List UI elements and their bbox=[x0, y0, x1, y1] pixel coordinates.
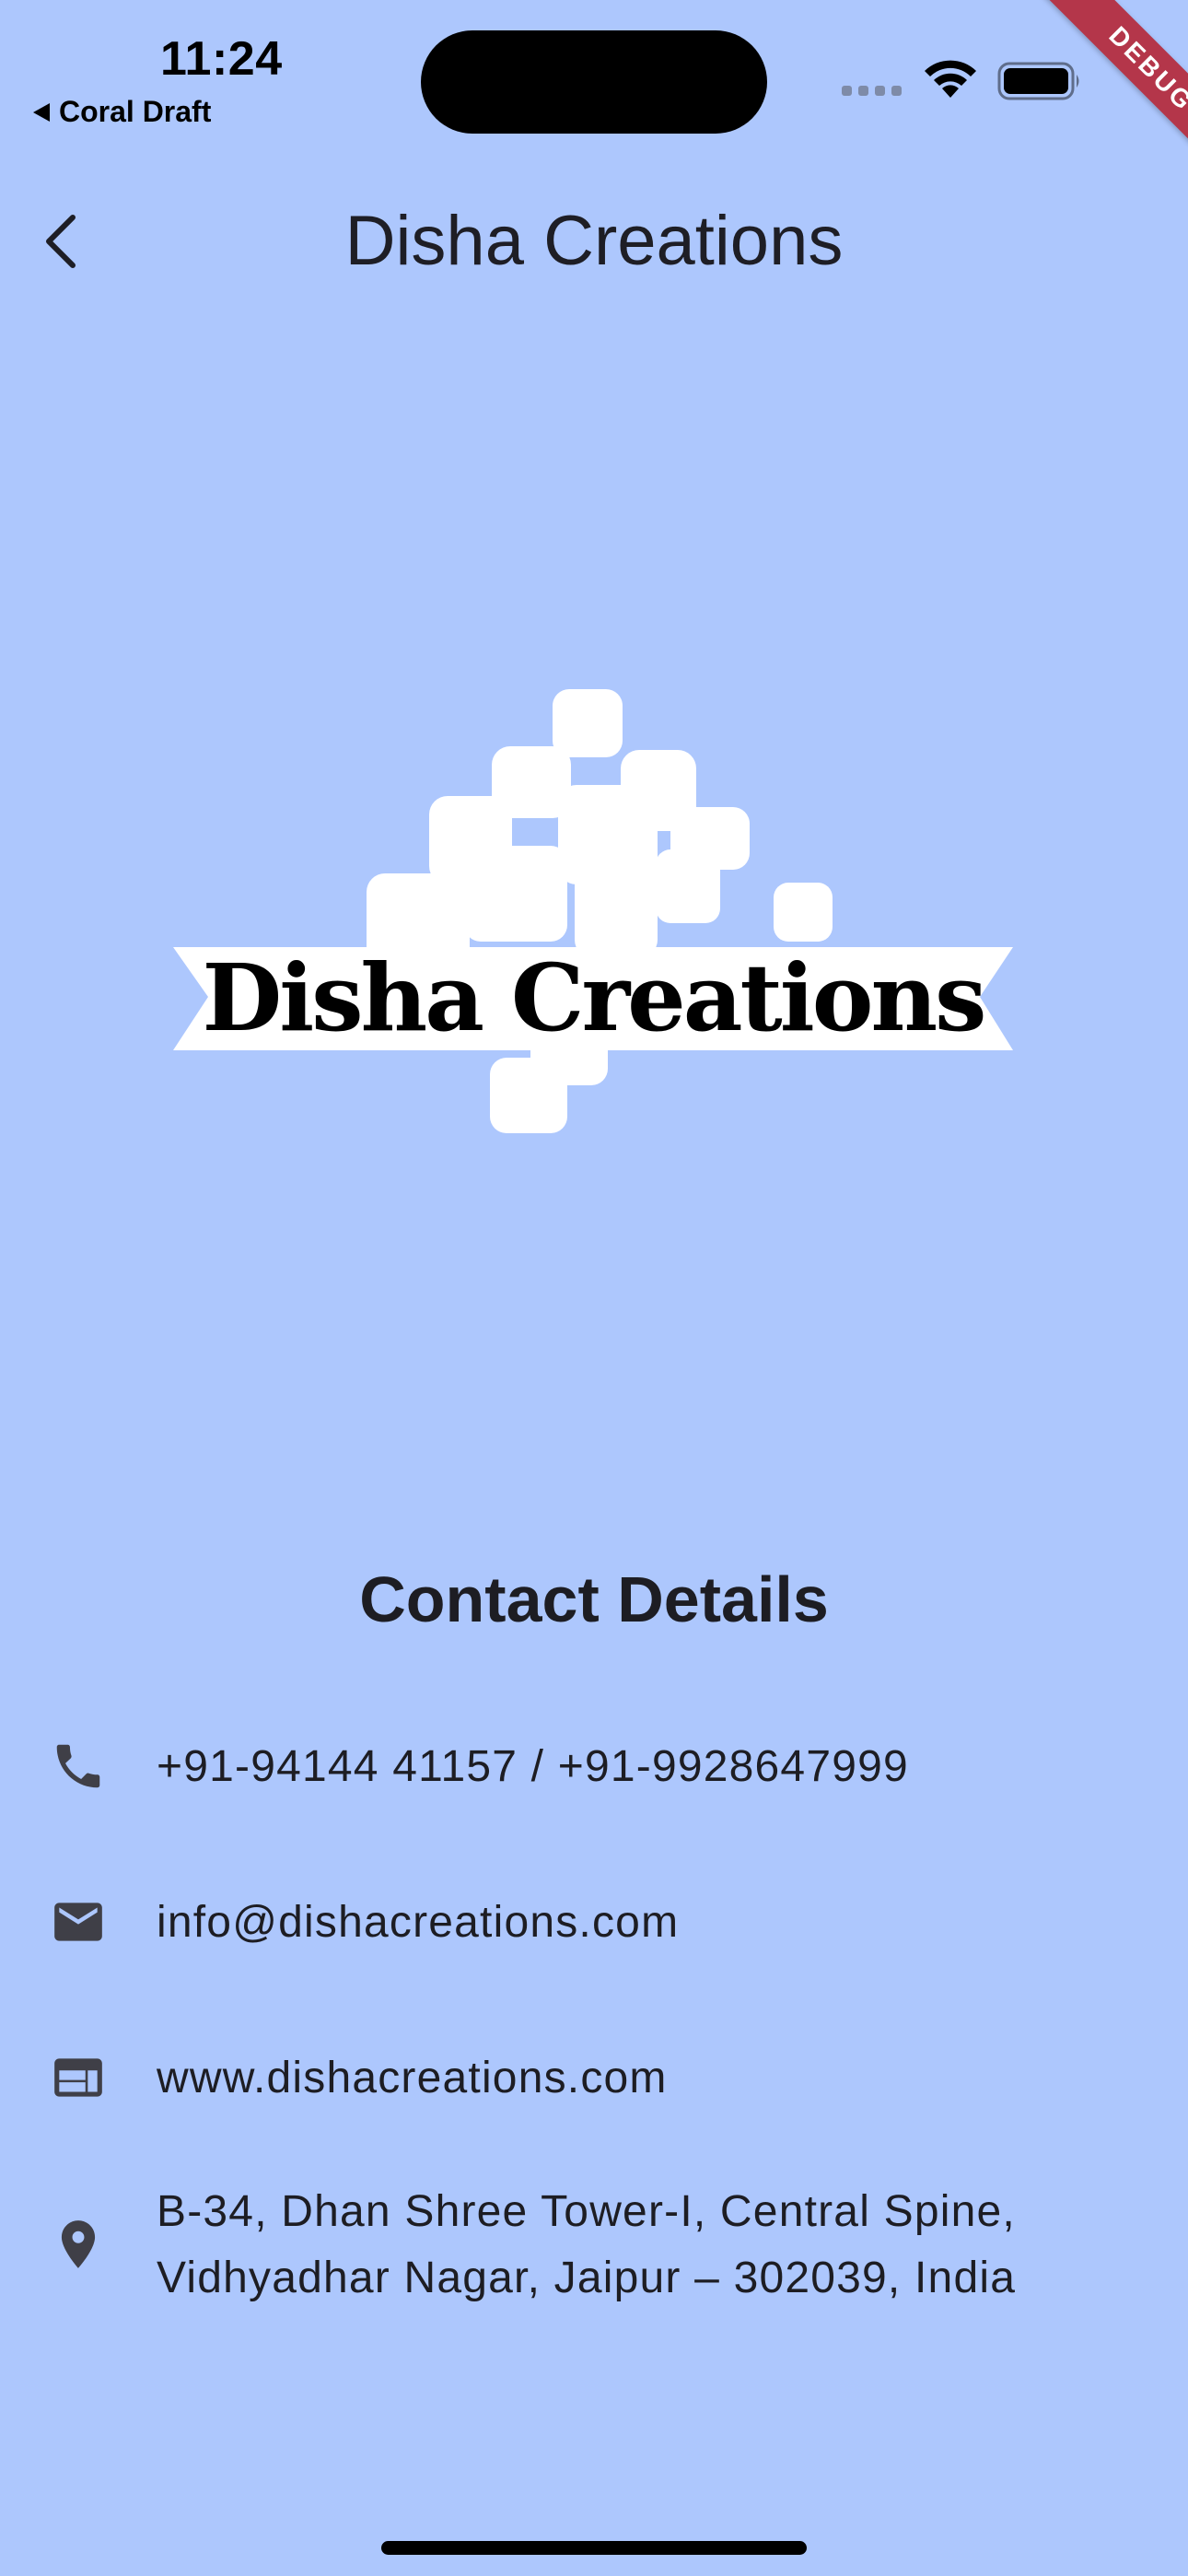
page-title: Disha Creations bbox=[344, 202, 844, 280]
back-to-app-link[interactable]: Coral Draft bbox=[33, 95, 211, 129]
debug-banner-label: DEBUG bbox=[1018, 0, 1188, 203]
contact-address-text: B-34, Dhan Shree Tower-I, Central Spine,… bbox=[157, 2179, 1016, 2312]
cellular-signal-icon bbox=[842, 86, 902, 96]
contact-email-text: info@dishacreations.com bbox=[157, 1898, 680, 1947]
contact-address-row[interactable]: B-34, Dhan Shree Tower-I, Central Spine,… bbox=[46, 2179, 1151, 2312]
company-logo bbox=[173, 689, 1013, 1133]
contact-phone-row[interactable]: +91-94144 41157 / +91-9928647999 bbox=[46, 1734, 1151, 1800]
debug-banner: DEBUG bbox=[967, 0, 1188, 221]
contact-phone-text: +91-94144 41157 / +91-9928647999 bbox=[157, 1742, 909, 1791]
phone-icon bbox=[46, 1734, 111, 1798]
back-app-label: Coral Draft bbox=[59, 95, 212, 128]
address-line-1: B-34, Dhan Shree Tower-I, Central Spine, bbox=[157, 2187, 1016, 2236]
status-time: 11:24 bbox=[160, 32, 283, 86]
contact-details-heading: Contact Details bbox=[359, 1563, 829, 1635]
back-triangle-icon bbox=[33, 102, 50, 122]
logo-wordmark: Disha Creations bbox=[202, 943, 987, 1052]
dynamic-island bbox=[421, 30, 767, 134]
mail-icon bbox=[46, 1890, 111, 1954]
contact-email-row[interactable]: info@dishacreations.com bbox=[46, 1890, 1151, 1956]
location-pin-icon bbox=[46, 2212, 111, 2277]
web-icon bbox=[46, 2045, 111, 2110]
address-line-2: Vidhyadhar Nagar, Jaipur – 302039, India bbox=[157, 2254, 1017, 2302]
home-indicator[interactable] bbox=[381, 2541, 807, 2555]
contact-website-text: www.dishacreations.com bbox=[157, 2054, 668, 2102]
contact-website-row[interactable]: www.dishacreations.com bbox=[46, 2045, 1151, 2112]
